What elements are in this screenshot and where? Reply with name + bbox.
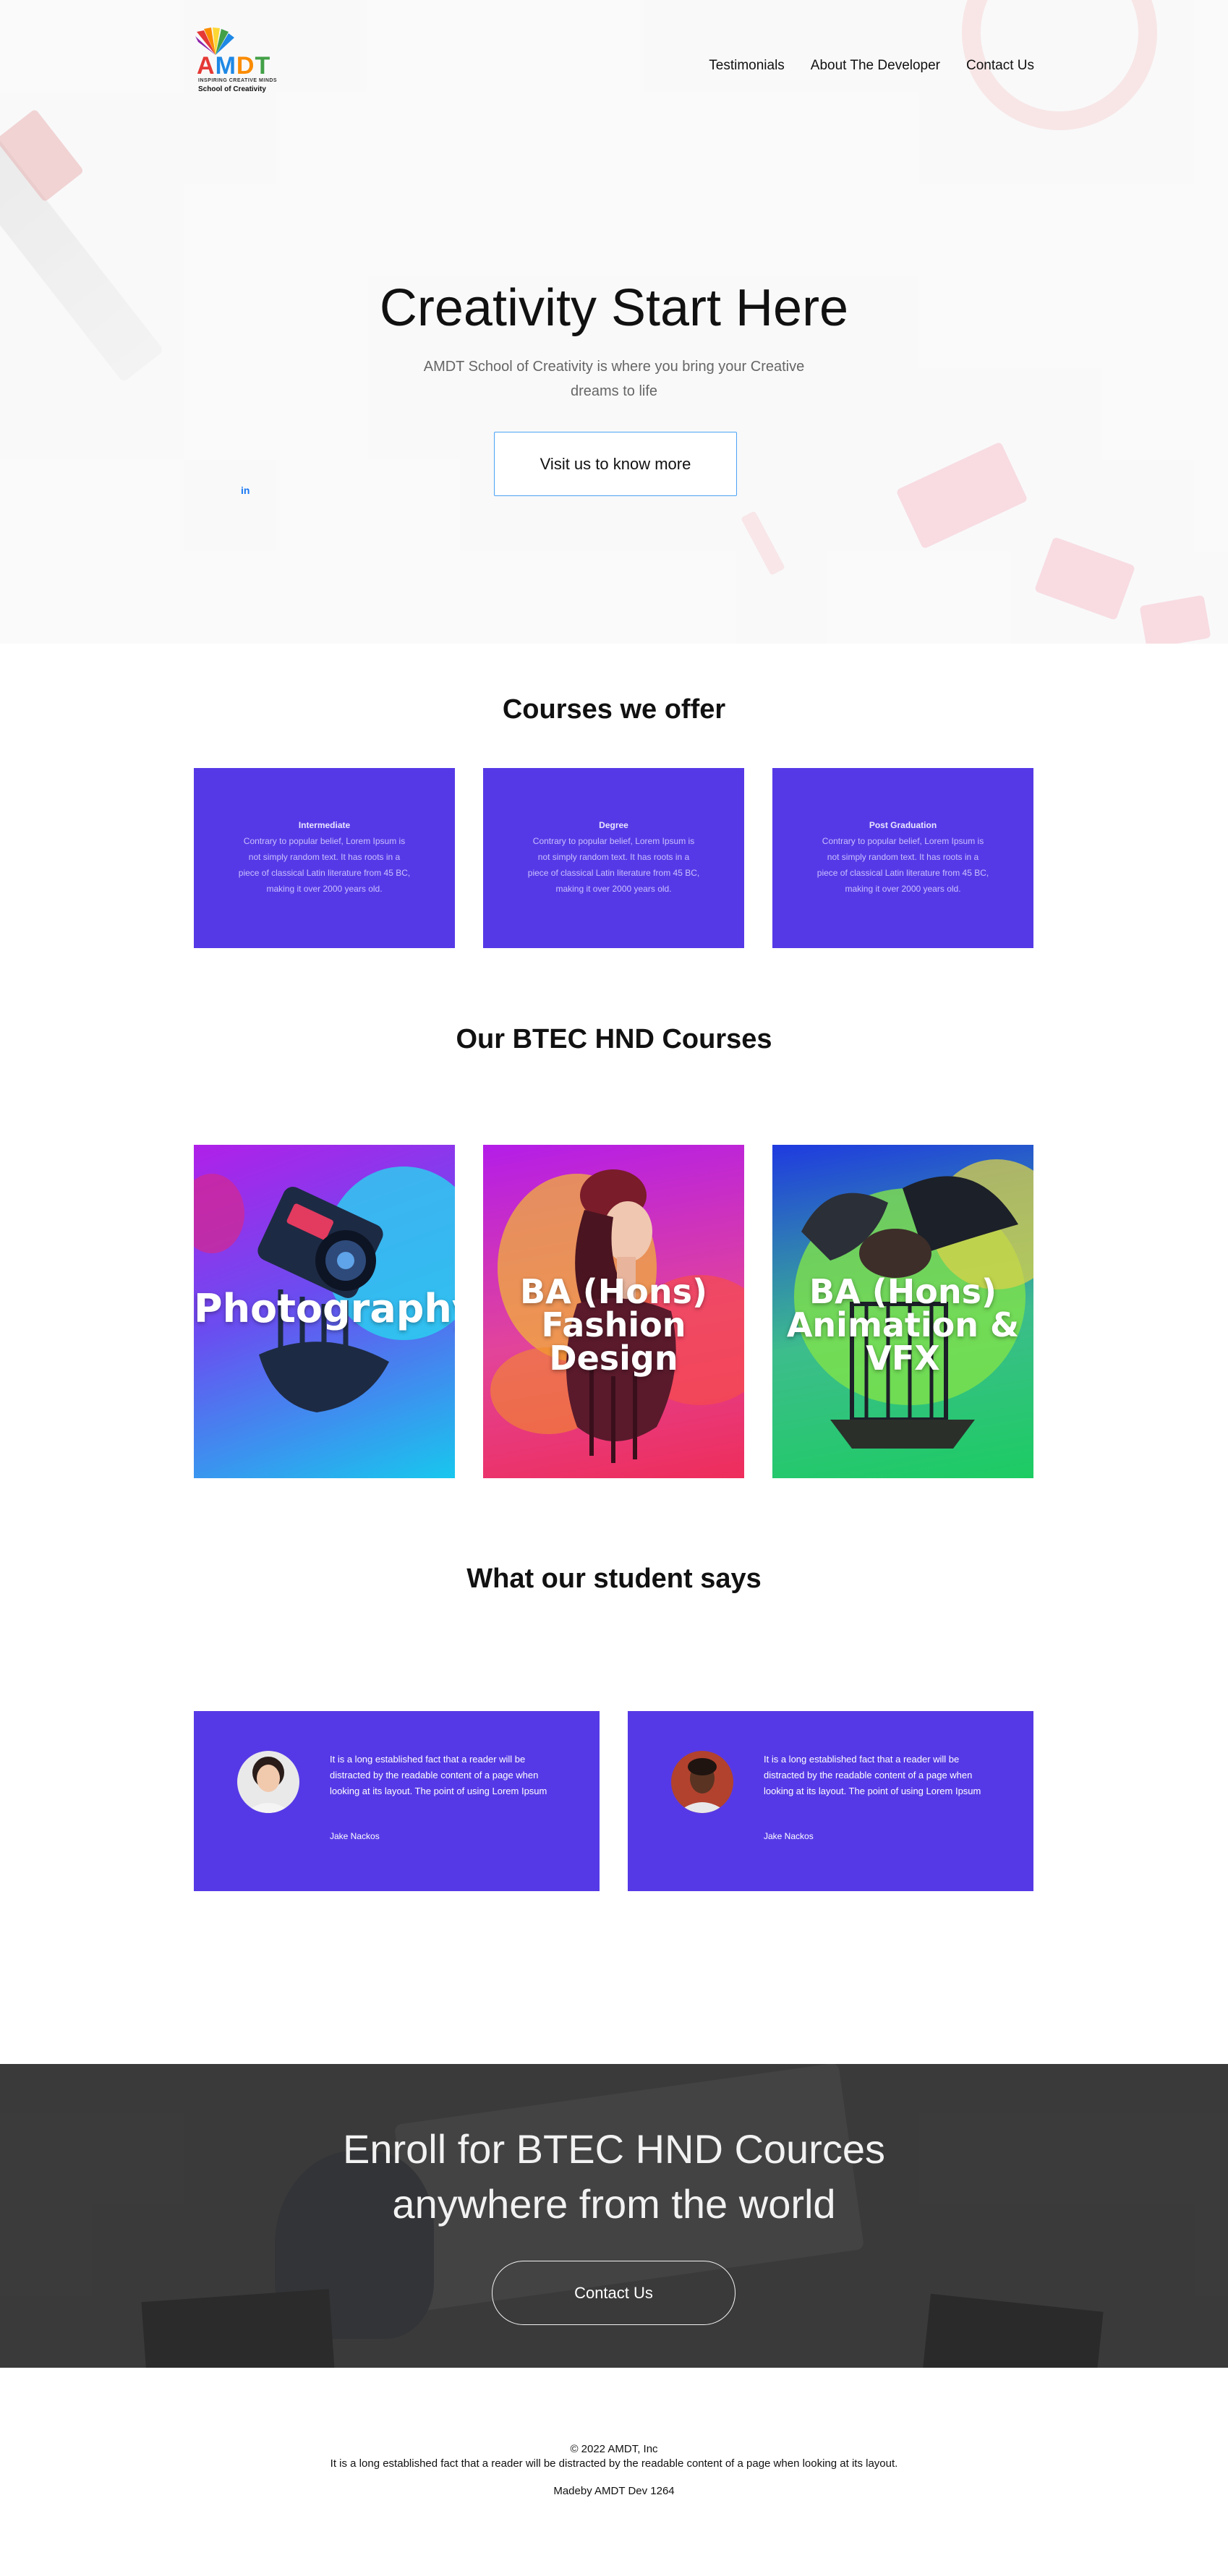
course-name: Degree xyxy=(599,820,628,830)
avatar xyxy=(237,1751,299,1813)
course-description: Contrary to popular belief, Lorem Ipsum … xyxy=(816,836,989,894)
site-logo[interactable]: AMDT INSPIRING CREATIVE MINDS School of … xyxy=(194,27,281,94)
hero-title: Creativity Start Here xyxy=(379,279,849,337)
footer-text: It is a long established fact that a rea… xyxy=(330,2457,898,2470)
btec-card-label-line2: Fashion Design xyxy=(541,1305,686,1378)
nav-link-testimonials[interactable]: Testimonials xyxy=(709,58,785,74)
testimonial-quote: It is a long established fact that a rea… xyxy=(764,1754,981,1796)
visit-us-button[interactable]: Visit us to know more xyxy=(494,432,737,496)
courses-title: Courses we offer xyxy=(502,694,726,725)
btec-card-label: Photography xyxy=(194,1286,455,1331)
course-description: Contrary to popular belief, Lorem Ipsum … xyxy=(527,836,700,894)
linkedin-icon[interactable]: in xyxy=(241,485,250,496)
enroll-title-line2: anywhere from the world xyxy=(392,2181,836,2227)
nav-link-contact[interactable]: Contact Us xyxy=(966,58,1034,74)
enroll-section: Enroll for BTEC HND Cources anywhere fro… xyxy=(0,2064,1228,2368)
hero-section: AMDT INSPIRING CREATIVE MINDS School of … xyxy=(0,0,1228,644)
testimonial-card: It is a long established fact that a rea… xyxy=(628,1711,1033,1891)
logo-subtitle: School of Creativity xyxy=(198,85,266,93)
main-nav: Testimonials About The Developer Contact… xyxy=(709,58,1034,74)
course-description: Contrary to popular belief, Lorem Ipsum … xyxy=(238,836,411,894)
avatar xyxy=(671,1751,733,1813)
course-card-post-graduation[interactable]: Post Graduation Contrary to popular beli… xyxy=(772,768,1033,948)
btec-card-label: BA (Hons) Animation & VFX xyxy=(772,1275,1033,1375)
testimonial-quote: It is a long established fact that a rea… xyxy=(330,1754,547,1796)
testimonials-title: What our student says xyxy=(466,1564,762,1594)
nav-link-about-developer[interactable]: About The Developer xyxy=(811,58,940,74)
btec-card-fashion[interactable]: BA (Hons) Fashion Design xyxy=(483,1145,744,1478)
btec-title: Our BTEC HND Courses xyxy=(456,1024,772,1054)
btec-card-label-line2: Animation & VFX xyxy=(786,1305,1020,1378)
btec-card-label-line1: BA (Hons) xyxy=(809,1272,997,1311)
btec-card-label-line1: BA (Hons) xyxy=(520,1272,707,1311)
hero-subtitle: AMDT School of Creativity is where you b… xyxy=(423,359,805,399)
btec-card-animation[interactable]: BA (Hons) Animation & VFX xyxy=(772,1145,1033,1478)
contact-us-button[interactable]: Contact Us xyxy=(492,2261,735,2325)
enroll-title-line1: Enroll for BTEC HND Cources xyxy=(343,2126,885,2172)
testimonial-card: It is a long established fact that a rea… xyxy=(194,1711,600,1891)
testimonial-author: Jake Nackos xyxy=(764,1831,814,1841)
enroll-title: Enroll for BTEC HND Cources anywhere fro… xyxy=(0,2122,1228,2232)
course-name: Post Graduation xyxy=(869,820,937,830)
testimonial-author: Jake Nackos xyxy=(330,1831,380,1841)
course-name: Intermediate xyxy=(298,820,351,830)
logo-tagline: INSPIRING CREATIVE MINDS xyxy=(198,78,278,83)
btec-card-label: BA (Hons) Fashion Design xyxy=(483,1275,744,1375)
footer-credit: Madeby AMDT Dev 1264 xyxy=(553,2485,675,2497)
btec-card-photography[interactable]: Photography xyxy=(194,1145,455,1478)
course-card-intermediate[interactable]: Intermediate Contrary to popular belief,… xyxy=(194,768,455,948)
footer-copyright: © 2022 AMDT, Inc xyxy=(570,2443,658,2455)
course-card-degree[interactable]: Degree Contrary to popular belief, Lorem… xyxy=(483,768,744,948)
logo-wordmark: AMDT xyxy=(197,52,271,80)
